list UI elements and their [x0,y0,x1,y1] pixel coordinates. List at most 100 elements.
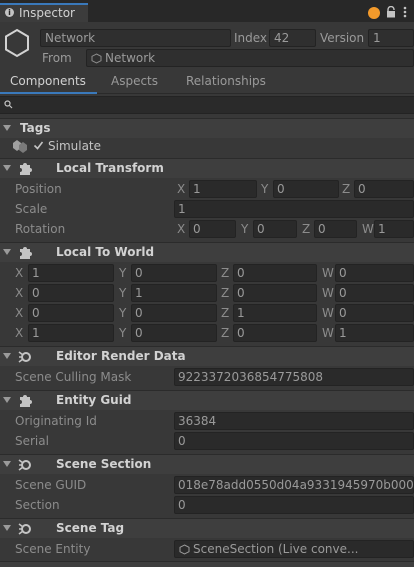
matrix-z-field[interactable]: 0 [233,264,317,282]
section-local-to-world-header[interactable]: Local To World [0,242,414,262]
foldout-arrow-icon[interactable] [3,125,11,131]
axis-x-label: X [15,306,24,320]
axis-y-label: Y [119,306,127,320]
serial-label: Serial [15,434,49,448]
puzzle-component-icon [20,247,32,259]
rotation-z-field[interactable]: 0 [314,220,357,238]
scene-entity-field[interactable]: SceneSection (Live conve... [174,540,414,558]
foldout-arrow-icon[interactable] [3,353,11,359]
section-title: Scene Tag [56,521,125,535]
rotation-x-field[interactable]: 0 [189,220,236,238]
from-label: From [42,51,72,65]
from-value: Network [105,51,156,65]
index-label: Index [234,31,268,45]
entity-hexagon-icon [5,28,29,58]
matrix-z-field[interactable]: 0 [233,324,317,342]
from-field[interactable]: Network [86,49,414,67]
axis-y-label: Y [119,326,127,340]
section-title: Local Transform [56,161,164,175]
matrix-y-field[interactable]: 1 [131,284,217,302]
matrix-z-field[interactable]: 0 [233,284,317,302]
simulate-tag-label: Simulate [48,139,102,153]
section-scene-tag-header[interactable]: Scene Tag [0,518,414,538]
scene-culling-mask-field[interactable]: 9223372036854775808 [174,368,414,386]
version-field[interactable]: 1 [368,29,414,47]
scene-guid-field[interactable]: 018e78add0550d04a9331945970b0008 [174,476,414,494]
originating-id-field[interactable]: 36384 [174,412,414,430]
axis-y-label: Y [241,222,249,236]
section-field[interactable]: 0 [174,496,414,514]
matrix-y-field[interactable]: 0 [131,304,217,322]
axis-w-label: W [322,326,334,340]
originating-id-label: Originating Id [15,414,97,428]
matrix-w-field[interactable]: 0 [335,264,414,282]
info-icon: i [5,8,14,17]
position-x-field[interactable]: 1 [189,180,257,198]
tag-icon [13,140,27,153]
serial-field[interactable]: 0 [174,432,414,450]
scene-culling-mask-label: Scene Culling Mask [15,370,132,384]
foldout-arrow-icon[interactable] [3,461,11,467]
gear-component-icon [18,351,31,363]
gear-component-icon [18,523,31,535]
foldout-arrow-icon[interactable] [3,249,11,255]
entity-name-field[interactable]: Network [40,29,231,47]
axis-y-label: Y [261,182,269,196]
section-label: Section [15,498,60,512]
position-y-field[interactable]: 0 [273,180,339,198]
foldout-arrow-icon[interactable] [3,397,11,403]
position-z-field[interactable]: 0 [354,180,414,198]
scene-entity-label: Scene Entity [15,542,91,556]
axis-x-label: X [15,326,24,340]
search-input[interactable] [0,96,414,114]
matrix-w-field[interactable]: 1 [335,324,414,342]
inspector-tab[interactable]: i Inspector [0,3,88,22]
index-field[interactable]: 42 [269,29,316,47]
section-tags-header[interactable]: Tags [0,118,414,138]
axis-x-label: X [177,182,186,196]
checkmark-icon[interactable] [33,140,44,151]
matrix-z-field[interactable]: 1 [233,304,317,322]
lock-icon[interactable] [386,6,396,18]
puzzle-component-icon [20,395,32,407]
tab-relationships[interactable]: Relationships [186,74,266,88]
matrix-x-field[interactable]: 1 [28,324,114,342]
section-scene-section-header[interactable]: Scene Section [0,454,414,474]
section-title: Tags [20,121,51,135]
axis-z-label: Z [302,222,311,236]
scene-guid-label: Scene GUID [15,478,87,492]
rotation-y-field[interactable]: 0 [253,220,297,238]
axis-w-label: W [362,222,374,236]
section-entity-guid-header[interactable]: Entity Guid [0,390,414,410]
section-local-transform-header[interactable]: Local Transform [0,158,414,178]
tab-aspects[interactable]: Aspects [111,74,158,88]
matrix-x-field[interactable]: 0 [28,304,114,322]
matrix-x-field[interactable]: 1 [28,264,114,282]
prefab-icon [91,53,102,64]
matrix-w-field[interactable]: 0 [335,304,414,322]
search-icon [4,100,13,109]
active-tab-underline [0,92,97,94]
matrix-y-field[interactable]: 0 [131,264,217,282]
foldout-arrow-icon[interactable] [3,165,11,171]
position-label: Position [15,182,62,196]
rotation-label: Rotation [15,222,66,236]
axis-z-label: Z [221,286,230,300]
entity-hexagon-icon [179,544,190,555]
foldout-arrow-icon[interactable] [3,525,11,531]
tab-components[interactable]: Components [10,74,86,88]
orange-status-icon[interactable] [368,7,380,19]
matrix-y-field[interactable]: 0 [131,324,217,342]
section-title: Local To World [56,245,155,259]
rotation-w-field[interactable]: 1 [374,220,414,238]
scale-field[interactable]: 1 [174,200,414,218]
axis-z-label: Z [342,182,351,196]
axis-z-label: Z [221,306,230,320]
kebab-menu-icon[interactable] [403,5,407,19]
axis-w-label: W [322,286,334,300]
section-editor-render-data-header[interactable]: Editor Render Data [0,346,414,366]
axis-y-label: Y [119,286,127,300]
matrix-w-field[interactable]: 0 [335,284,414,302]
matrix-x-field[interactable]: 0 [28,284,114,302]
axis-x-label: X [15,286,24,300]
